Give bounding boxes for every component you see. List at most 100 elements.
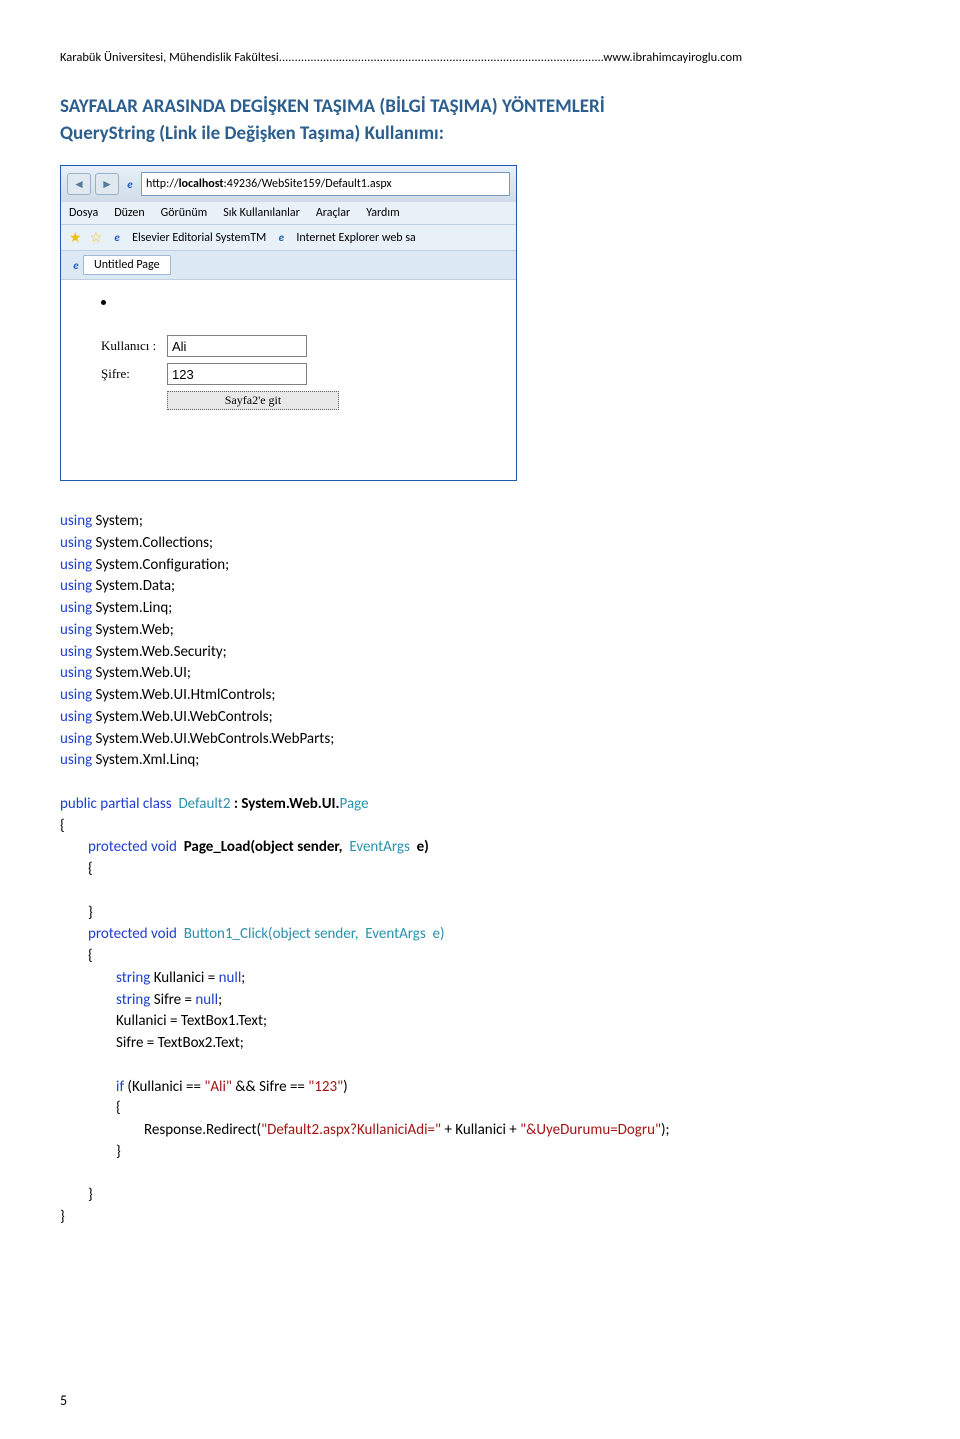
ns-6: System.Web.Security: [96, 643, 223, 661]
page-body: Kullanıcı : Şifre: Sayfa2'e git: [61, 280, 516, 480]
semi: ;: [209, 534, 213, 552]
semi: ;: [330, 730, 334, 748]
pass-label: Şifre:: [101, 366, 167, 382]
kw-using: using: [60, 577, 92, 595]
semi: ;: [218, 991, 222, 1009]
pageload-sig: Page_Load(object sender,: [184, 838, 343, 856]
semi: ;: [170, 621, 174, 639]
semi: ;: [241, 969, 245, 987]
brace-close: }: [60, 1142, 900, 1164]
ns-4: System.Linq: [96, 599, 169, 617]
btn-e: e): [433, 925, 445, 943]
user-input[interactable]: [167, 335, 307, 357]
kw-using: using: [60, 664, 92, 682]
tab-ie-icon: e: [69, 258, 83, 272]
semi: ;: [195, 751, 199, 769]
submit-button[interactable]: Sayfa2'e git: [167, 391, 339, 410]
brace-close: }: [60, 903, 900, 925]
kw-using: using: [60, 730, 92, 748]
fav-icon-2: e: [274, 231, 288, 245]
if-open: (Kullanici ==: [124, 1078, 204, 1096]
kw-if: if: [116, 1078, 124, 1096]
kw-protected-void: protected void: [88, 838, 177, 856]
kw-using: using: [60, 621, 92, 639]
url-prefix: http://: [146, 177, 179, 191]
brace-close: }: [60, 1207, 900, 1229]
ns-2: System.Configuration: [96, 556, 226, 574]
ns-7: System.Web.UI: [96, 664, 187, 682]
class-name: Default2: [178, 795, 230, 813]
redirect-str2: "&UyeDurumu=Dogru": [520, 1121, 661, 1139]
redirect-call: Response.Redirect(: [144, 1121, 261, 1139]
brace-close: }: [60, 1185, 900, 1207]
redirect-mid1: + Kullanici +: [441, 1121, 520, 1139]
fav-link-2[interactable]: Internet Explorer web sa: [296, 231, 415, 245]
pass-input[interactable]: [167, 363, 307, 385]
fav-link-1[interactable]: Elsevier Editorial SystemTM: [132, 231, 266, 245]
sifre-decl: Sifre =: [150, 991, 195, 1009]
semi: ;: [223, 643, 227, 661]
semi: ;: [187, 664, 191, 682]
class-page: Page: [340, 795, 369, 813]
browser-screenshot: ◄ ► e http://localhost:49236/WebSite159/…: [60, 165, 517, 481]
browser-tab[interactable]: Untitled Page: [83, 255, 171, 275]
address-bar[interactable]: http://localhost:49236/WebSite159/Defaul…: [141, 172, 510, 196]
semi: ;: [225, 556, 229, 574]
brace-open: {: [60, 1098, 900, 1120]
menu-tools[interactable]: Araçlar: [316, 206, 350, 220]
semi: ;: [269, 708, 273, 726]
ns-11: System.Xml.Linq: [96, 751, 196, 769]
menu-file[interactable]: Dosya: [69, 206, 98, 220]
url-rest: :49236/WebSite159/Default1.aspx: [224, 177, 392, 191]
kw-null-1: null: [219, 969, 242, 987]
bullet-icon: [101, 300, 106, 305]
kw-using: using: [60, 512, 92, 530]
ns-0: System: [96, 512, 139, 530]
kw-using: using: [60, 599, 92, 617]
forward-button[interactable]: ►: [95, 173, 119, 195]
brace-open: {: [60, 946, 900, 968]
kullanici-assign: Kullanici = TextBox1.Text;: [60, 1011, 900, 1033]
star-add-icon[interactable]: ☆: [90, 229, 103, 246]
ns-8: System.Web.UI.HtmlControls: [96, 686, 272, 704]
menu-edit[interactable]: Düzen: [114, 206, 144, 220]
menu-view[interactable]: Görünüm: [161, 206, 208, 220]
btnclick-sig: Button1_Click(object sender,: [184, 925, 359, 943]
menu-help[interactable]: Yardım: [366, 206, 399, 220]
pl-e: e): [417, 838, 429, 856]
semi: ;: [171, 577, 175, 595]
if-str2: "123": [308, 1078, 343, 1096]
semi: ;: [271, 686, 275, 704]
page-number: 5: [60, 1392, 67, 1409]
back-button[interactable]: ◄: [67, 173, 91, 195]
brace-open: {: [60, 859, 900, 881]
kw-string: string: [116, 969, 150, 987]
ie-icon: e: [123, 177, 137, 191]
if-mid: && Sifre ==: [232, 1078, 308, 1096]
brace-open: {: [60, 816, 900, 838]
ns-3: System.Data: [96, 577, 171, 595]
redirect-str1: "Default2.aspx?KullaniciAdi=": [261, 1121, 441, 1139]
kw-using: using: [60, 643, 92, 661]
kw-using: using: [60, 708, 92, 726]
ns-5: System.Web: [96, 621, 170, 639]
kw-protected-void: protected void: [88, 925, 177, 943]
if-close: ): [343, 1078, 348, 1096]
url-host: localhost: [179, 177, 224, 191]
kw-string: string: [116, 991, 150, 1009]
ns-9: System.Web.UI.WebControls: [96, 708, 269, 726]
user-label: Kullanıcı :: [101, 338, 167, 354]
eventargs-2: EventArgs: [365, 925, 425, 943]
fav-icon-1: e: [110, 231, 124, 245]
doc-title: SAYFALAR ARASINDA DEGİŞKEN TAŞIMA (BİLGİ…: [60, 95, 900, 118]
eventargs-1: EventArgs: [349, 838, 409, 856]
star-icon[interactable]: ★: [69, 229, 82, 246]
kw-using: using: [60, 556, 92, 574]
kullanici-decl: Kullanici =: [150, 969, 218, 987]
semi: ;: [139, 512, 143, 530]
class-inherits: : System.Web.UI.: [234, 795, 340, 813]
kw-public-partial-class: public partial class: [60, 795, 172, 813]
code-block: using System; using System.Collections; …: [60, 511, 900, 1229]
menu-favorites[interactable]: Sık Kullanılanlar: [223, 206, 300, 220]
doc-subtitle: QueryString (Link ile Değişken Taşıma) K…: [60, 122, 900, 145]
